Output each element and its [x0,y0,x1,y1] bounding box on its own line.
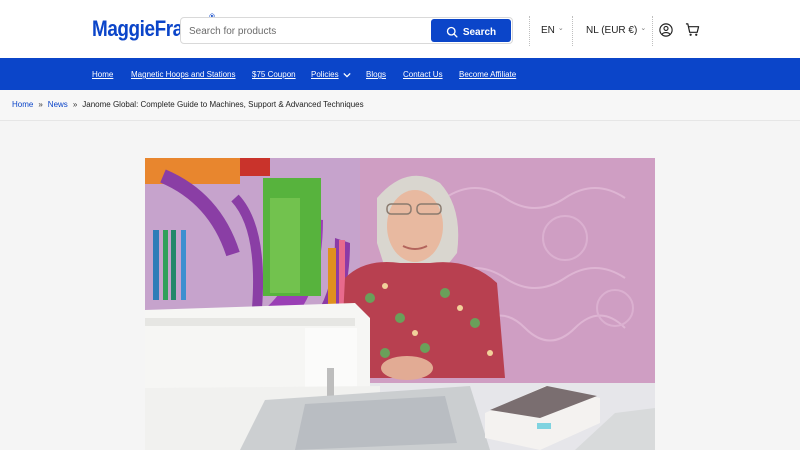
breadcrumb-separator: » [72,100,78,109]
nav-label: Become Affiliate [459,70,517,79]
breadcrumb-current: Janome Global: Complete Guide to Machine… [82,100,364,109]
nav-item-affiliate[interactable]: Become Affiliate [459,70,516,79]
breadcrumb-bar: Home » News » Janome Global: Complete Gu… [0,90,800,121]
nav-item-blogs[interactable]: Blogs [366,70,386,79]
nav-label: Blogs [366,70,387,79]
chevron-down-icon: ⌄ [557,24,564,32]
main-nav: Home Magnetic Hoops and Stations $75 Cou… [0,58,800,90]
divider [572,16,573,46]
nav-item-coupon[interactable]: $75 Coupon [252,70,296,79]
breadcrumb-home[interactable]: Home [12,100,33,109]
search-icon [446,26,458,38]
chevron-down-icon [342,72,351,78]
currency-selector[interactable]: NL (EUR €) ⌄ [586,24,647,37]
language-selector[interactable]: EN ⌄ [541,24,564,37]
breadcrumb-news[interactable]: News [48,100,68,109]
site-header: MaggieFrame® Search EN ⌄ NL (EUR €) ⌄ [0,0,800,58]
cart-icon[interactable] [685,22,700,37]
user-icon[interactable] [659,23,673,37]
search-button-label: Search [462,26,497,38]
search-bar: Search [180,17,513,44]
breadcrumb: Home » News » Janome Global: Complete Gu… [12,100,364,109]
nav-item-home[interactable]: Home [92,70,113,79]
nav-label: Contact Us [403,70,443,79]
nav-label: Magnetic Hoops and Stations [131,70,236,79]
nav-item-magnetic-hoops[interactable]: Magnetic Hoops and Stations [131,70,236,79]
nav-item-contact[interactable]: Contact Us [403,70,443,79]
nav-item-policies[interactable]: Policies [311,70,351,79]
currency-value: NL (EUR €) [586,25,638,36]
nav-label: Policies [311,70,339,79]
search-input[interactable] [189,22,427,40]
hero-video-thumbnail[interactable] [145,158,655,450]
language-value: EN [541,25,555,36]
search-button[interactable]: Search [431,19,511,42]
breadcrumb-separator: » [38,100,43,109]
chevron-down-icon: ⌄ [640,24,647,32]
article-body [0,121,800,450]
divider [529,16,530,46]
nav-label: Home [92,70,114,79]
divider [652,16,653,46]
nav-label: $75 Coupon [252,70,296,79]
